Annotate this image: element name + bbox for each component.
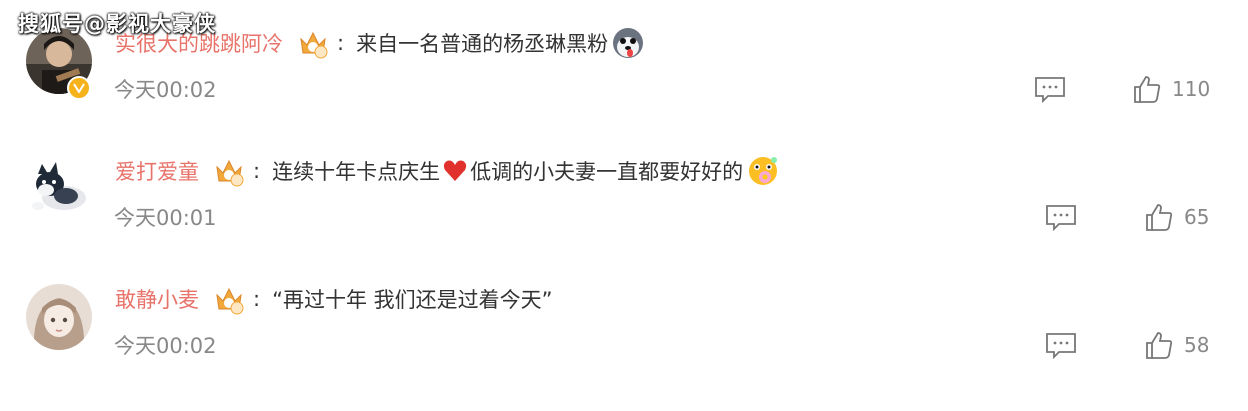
comment-icon	[1046, 205, 1076, 232]
like-button[interactable]: 65	[1144, 202, 1209, 232]
avatar[interactable]	[26, 284, 92, 350]
reply-button[interactable]	[1045, 332, 1077, 360]
comment-time: 今天00:02	[114, 78, 217, 102]
comment-content: 爱打爱童 : 连续十年卡点庆生 低调的小夫妻一直都要好好的	[115, 154, 779, 188]
reply-button[interactable]	[1034, 76, 1066, 104]
comment-text-part-2: 低调的小夫妻一直都要好好的	[470, 160, 744, 184]
heart-emoji-icon	[442, 158, 468, 184]
avatar[interactable]	[26, 156, 92, 222]
like-button[interactable]: 58	[1144, 330, 1209, 360]
comment-text: 来自一名普通的杨丞琳黑粉	[356, 27, 644, 59]
flower-face-emoji-icon	[747, 155, 779, 187]
comment-time: 今天00:02	[114, 334, 217, 358]
comment-icon	[1035, 77, 1065, 104]
watermark: 搜狐号@影视大豪侠	[18, 12, 216, 36]
thumbs-up-icon	[1134, 76, 1161, 103]
comment-icon	[1046, 333, 1076, 360]
crown-badge-icon	[297, 27, 329, 59]
comment-text-body: 来自一名普通的杨丞琳黑粉	[356, 32, 609, 56]
like-count: 58	[1184, 333, 1210, 357]
reply-button[interactable]	[1045, 204, 1077, 232]
comment-time: 今天00:01	[114, 206, 217, 230]
crown-badge-icon	[213, 283, 245, 315]
comment-item: 爱打爱童 : 连续十年卡点庆生 低调的小夫妻一直都要好好的 今天00:01 65	[0, 128, 1248, 256]
comment-item: 敢静小麦 : “再过十年 我们还是过着今天” 今天00:02 58	[0, 256, 1248, 384]
comment-text: 连续十年卡点庆生 低调的小夫妻一直都要好好的	[272, 155, 779, 187]
thumbs-up-icon	[1146, 332, 1173, 359]
husky-emoji-icon	[612, 27, 644, 59]
colon-separator: :	[337, 31, 345, 55]
colon-separator: :	[253, 287, 261, 311]
like-button[interactable]: 110	[1132, 74, 1210, 104]
crown-badge-icon	[213, 155, 245, 187]
username[interactable]: 敢静小麦	[115, 284, 199, 314]
like-count: 110	[1172, 77, 1211, 101]
comment-text: “再过十年 我们还是过着今天”	[272, 288, 553, 312]
verified-badge-icon	[67, 76, 91, 100]
like-count: 65	[1184, 205, 1210, 229]
username[interactable]: 爱打爱童	[115, 156, 199, 186]
colon-separator: :	[253, 159, 261, 183]
thumbs-up-icon	[1146, 204, 1173, 231]
comment-text-part-1: 连续十年卡点庆生	[272, 160, 441, 184]
comment-content: 敢静小麦 : “再过十年 我们还是过着今天”	[115, 282, 553, 316]
